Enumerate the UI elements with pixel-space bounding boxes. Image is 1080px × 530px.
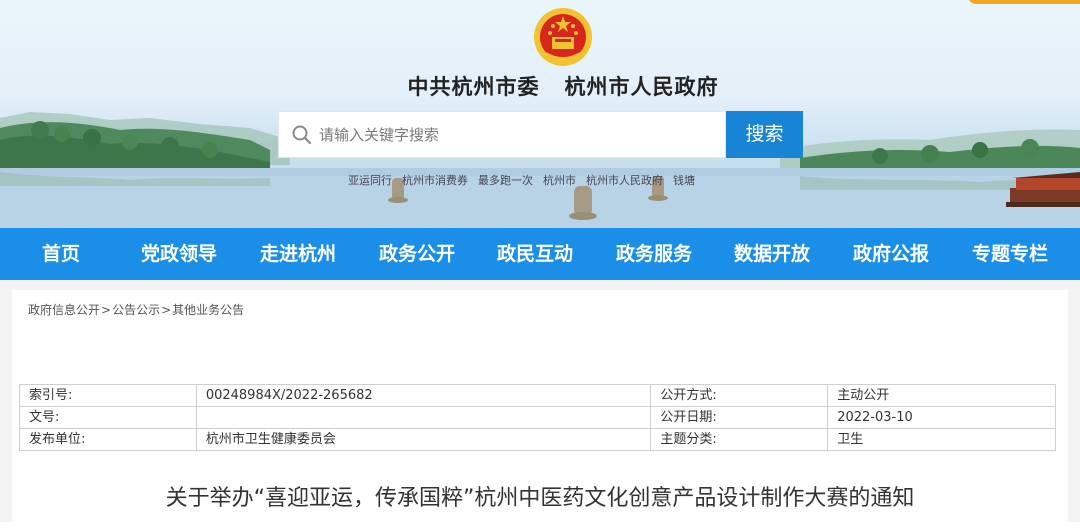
article-title: 关于举办“喜迎亚运，传承国粹”杭州中医药文化创意产品设计制作大赛的通知 bbox=[165, 486, 915, 511]
index-number-value: 00248984X/2022-265682 bbox=[195, 384, 652, 407]
hot-link[interactable]: 杭州市人民政府 bbox=[586, 174, 663, 187]
search-button[interactable]: 搜索 bbox=[726, 111, 803, 158]
breadcrumb-item[interactable]: 其他业务公告 bbox=[172, 303, 244, 317]
hot-links: 亚运同行 杭州市消费券 最多跑一次 杭州市 杭州市人民政府 钱塘 bbox=[348, 172, 768, 188]
hot-link[interactable]: 最多跑一次 bbox=[478, 174, 533, 187]
nav-item-gazette[interactable]: 政府公报 bbox=[832, 228, 950, 280]
content-area: 政府信息公开>公告公示>其他业务公告 索引号: 00248984X/2022-2… bbox=[0, 280, 1080, 530]
document-number-value bbox=[195, 406, 652, 429]
main-nav: 首页 党政领导 走进杭州 政务公开 政民互动 政务服务 数据开放 政府公报 专题… bbox=[0, 228, 1080, 280]
issuer-value: 杭州市卫生健康委员会 bbox=[195, 428, 652, 451]
breadcrumb-item[interactable]: 政府信息公开 bbox=[28, 303, 100, 317]
issuer-label: 发布单位: bbox=[19, 428, 197, 451]
nav-item-open-data[interactable]: 数据开放 bbox=[713, 228, 831, 280]
breadcrumb: 政府信息公开>公告公示>其他业务公告 bbox=[28, 301, 244, 318]
corner-tab[interactable] bbox=[968, 0, 1080, 4]
hot-link[interactable]: 钱塘 bbox=[673, 174, 695, 187]
site-title: 中共杭州市委 杭州市人民政府 bbox=[407, 74, 719, 99]
search-box bbox=[278, 111, 726, 158]
document-number-label: 文号: bbox=[19, 406, 197, 429]
index-number-label: 索引号: bbox=[19, 384, 197, 407]
national-emblem-icon bbox=[534, 8, 592, 66]
search-icon bbox=[292, 125, 312, 145]
hot-link[interactable]: 杭州市消费券 bbox=[402, 174, 468, 187]
disclosure-method-label: 公开方式: bbox=[650, 384, 829, 407]
publish-date-value: 2022-03-10 bbox=[827, 406, 1056, 429]
hot-link[interactable]: 亚运同行 bbox=[348, 174, 392, 187]
table-row: 文号: 公开日期: 2022-03-10 bbox=[19, 406, 1056, 429]
nav-item-about-city[interactable]: 走进杭州 bbox=[239, 228, 357, 280]
nav-item-disclosure[interactable]: 政务公开 bbox=[358, 228, 476, 280]
disclosure-method-value: 主动公开 bbox=[827, 384, 1056, 407]
breadcrumb-separator: > bbox=[101, 303, 112, 317]
subject-category-label: 主题分类: bbox=[650, 428, 829, 451]
subject-category-value: 卫生 bbox=[827, 428, 1056, 451]
document-info-table: 索引号: 00248984X/2022-265682 公开方式: 主动公开 文号… bbox=[19, 384, 1056, 451]
nav-item-interaction[interactable]: 政民互动 bbox=[476, 228, 594, 280]
publish-date-label: 公开日期: bbox=[650, 406, 829, 429]
header-banner: 中共杭州市委 杭州市人民政府 搜索 亚运同行杭州市消费券最多跑一次杭州市杭州市人… bbox=[0, 0, 1080, 228]
search-input[interactable] bbox=[319, 112, 719, 157]
nav-item-home[interactable]: 首页 bbox=[2, 228, 120, 280]
hot-link[interactable]: 杭州市 bbox=[543, 174, 576, 187]
nav-item-topics[interactable]: 专题专栏 bbox=[951, 228, 1069, 280]
table-row: 发布单位: 杭州市卫生健康委员会 主题分类: 卫生 bbox=[19, 428, 1056, 451]
nav-item-services[interactable]: 政务服务 bbox=[595, 228, 713, 280]
breadcrumb-separator: > bbox=[161, 303, 172, 317]
breadcrumb-item[interactable]: 公告公示 bbox=[112, 303, 160, 317]
nav-item-leadership[interactable]: 党政领导 bbox=[120, 228, 238, 280]
table-row: 索引号: 00248984X/2022-265682 公开方式: 主动公开 bbox=[19, 384, 1056, 407]
